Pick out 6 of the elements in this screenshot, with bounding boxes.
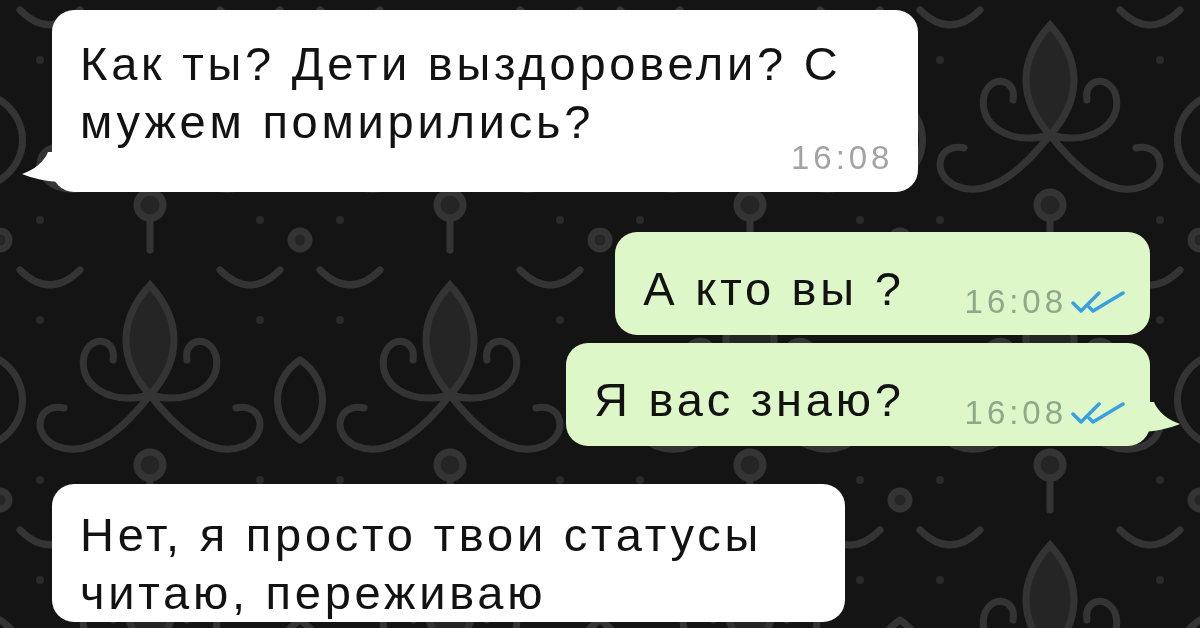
message-time: 16:08 bbox=[791, 138, 894, 178]
message-text: Я вас знаю? bbox=[594, 372, 905, 428]
message-time: 16:08 bbox=[964, 282, 1067, 322]
message-text: Нет, я просто твои статусы читаю, переживаю bbox=[80, 507, 763, 621]
message-time: 16:08 bbox=[964, 393, 1067, 433]
message-text: А кто вы ? bbox=[643, 261, 905, 317]
